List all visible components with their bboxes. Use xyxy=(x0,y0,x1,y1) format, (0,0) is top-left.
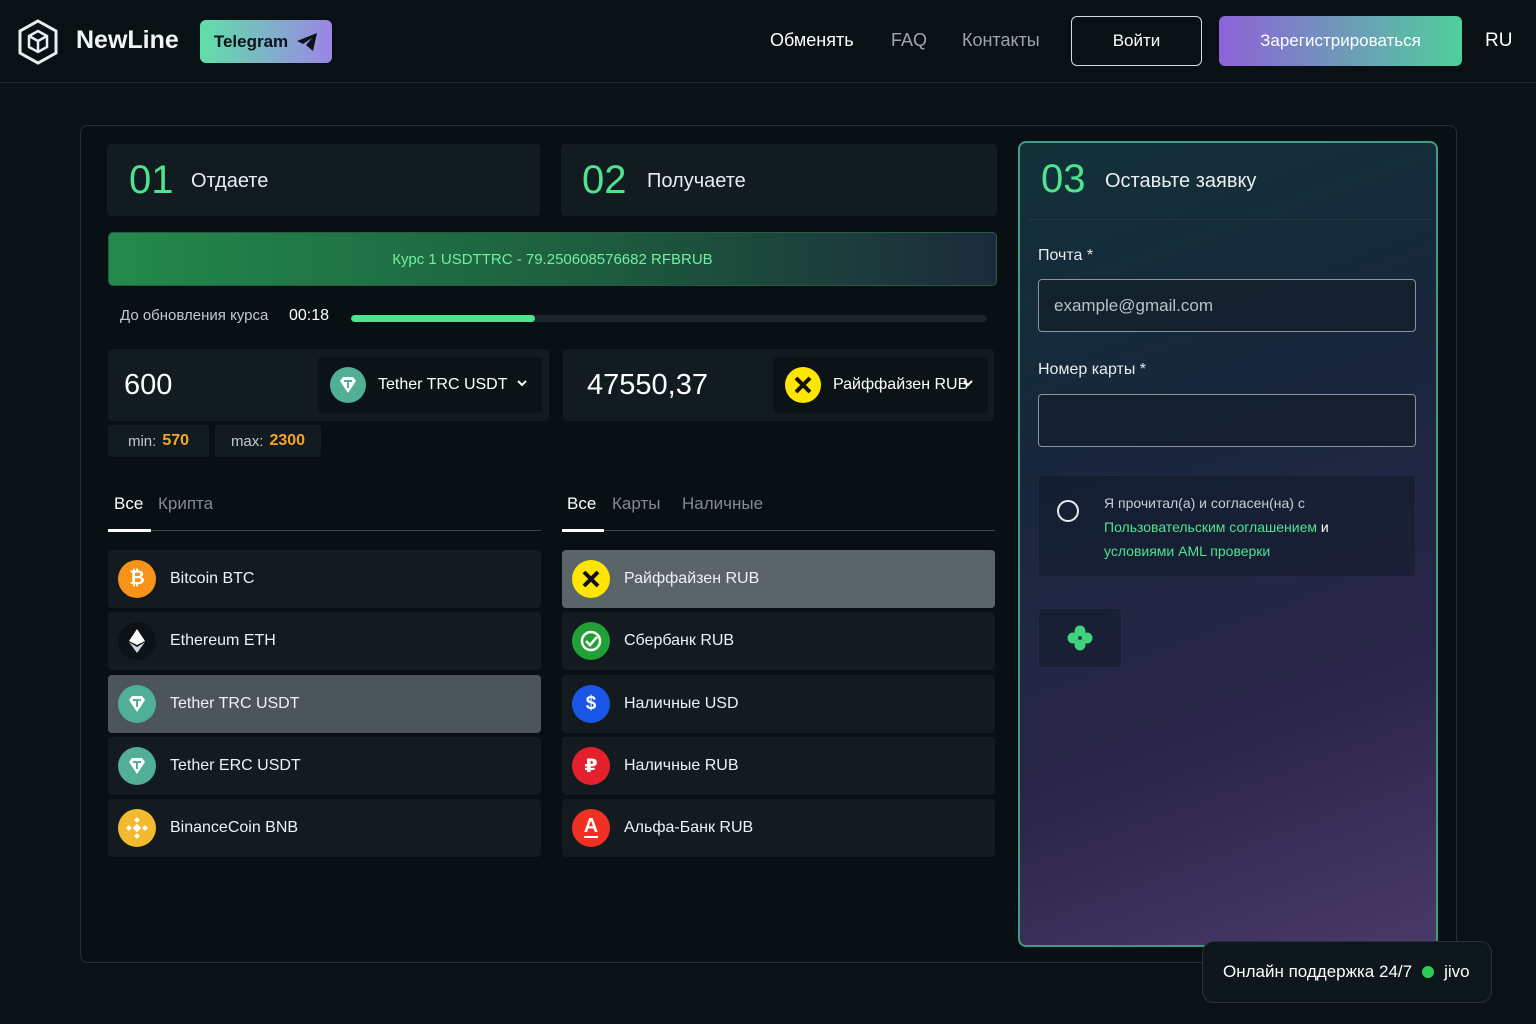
step-number: 03 xyxy=(1041,157,1086,201)
list-item-label: Tether TRC USDT xyxy=(170,695,300,712)
list-item-label: Сбербанк RUB xyxy=(624,632,735,649)
min-limit-label: min: xyxy=(127,432,157,450)
list-item-label: Ethereum ETH xyxy=(170,632,276,649)
chevron-down-icon xyxy=(963,380,973,387)
login-button[interactable]: Войти xyxy=(1071,16,1202,66)
list-item-raiffeisen[interactable]: Райффайзен RUB xyxy=(562,550,995,608)
step-title: Получаете xyxy=(647,170,746,192)
tab-cash[interactable]: Наличные xyxy=(682,494,763,514)
get-currency-select[interactable]: Райффайзен RUB xyxy=(773,357,988,413)
raiffeisen-icon xyxy=(785,367,821,403)
user-agreement-link[interactable]: Пользовательским соглашением xyxy=(1104,519,1317,535)
nav-faq[interactable]: FAQ xyxy=(891,30,927,51)
step-title: Отдаете xyxy=(191,170,269,192)
ethereum-icon xyxy=(118,622,156,660)
logo-icon[interactable] xyxy=(17,19,59,65)
max-limit: max: 2300 xyxy=(215,425,321,457)
give-amount-box: 600 Tether TRC USDT xyxy=(108,349,549,421)
list-item-alfabank[interactable]: A Альфа-Банк RUB xyxy=(562,799,995,857)
list-item-label: Райффайзен RUB xyxy=(624,570,760,587)
rate-refresh-timer: 00:18 xyxy=(289,307,330,324)
max-limit-label: max: xyxy=(230,432,264,450)
list-item-cash-usd[interactable]: $ Наличные USD xyxy=(562,675,995,733)
list-item-bnb[interactable]: BinanceCoin BNB xyxy=(108,799,541,857)
list-item-sberbank[interactable]: Сбербанк RUB xyxy=(562,612,995,670)
step-give-header: 01 Отдаете xyxy=(107,144,540,216)
get-amount-value[interactable]: 47550,37 xyxy=(587,369,708,402)
clover-icon xyxy=(1067,625,1093,651)
support-brand: jivo xyxy=(1444,962,1470,981)
support-text: Онлайн поддержка 24/7 xyxy=(1223,962,1413,981)
tab-cards[interactable]: Карты xyxy=(612,494,660,514)
step-number: 02 xyxy=(582,158,627,202)
binance-icon xyxy=(118,809,156,847)
min-limit-value: 570 xyxy=(162,432,190,449)
give-currency-select[interactable]: Tether TRC USDT xyxy=(318,357,542,413)
rate-refresh-label: До обновления курса xyxy=(120,307,269,324)
get-tabs: Все Карты Наличные xyxy=(562,490,995,532)
list-item-label: Bitcoin BTC xyxy=(170,570,255,587)
step-get-header: 02 Получаете xyxy=(561,144,997,216)
step-title: Оставьте заявку xyxy=(1105,170,1257,192)
tab-active-indicator xyxy=(108,529,151,532)
captcha-widget[interactable] xyxy=(1038,608,1122,668)
list-item-label: BinanceCoin BNB xyxy=(170,819,299,836)
step-number: 01 xyxy=(129,158,174,202)
list-item-eth[interactable]: Ethereum ETH xyxy=(108,612,541,670)
ruble-icon: ₽ xyxy=(572,747,610,785)
telegram-label: Telegram xyxy=(213,31,289,51)
list-item-cash-rub[interactable]: ₽ Наличные RUB xyxy=(562,737,995,795)
progress-fill xyxy=(351,315,536,322)
card-number-field[interactable] xyxy=(1038,394,1416,447)
rate-refresh-progress xyxy=(351,315,987,322)
tether-icon xyxy=(118,685,156,723)
list-item-btc[interactable]: ₿ Bitcoin BTC xyxy=(108,550,541,608)
nav-contacts[interactable]: Контакты xyxy=(962,30,1040,51)
telegram-button[interactable]: Telegram xyxy=(200,20,332,63)
language-selector[interactable]: RU xyxy=(1485,30,1512,52)
support-widget[interactable]: Онлайн поддержка 24/7 jivo xyxy=(1202,941,1492,1003)
alfabank-icon: A xyxy=(572,809,610,847)
aml-terms-link[interactable]: условиями AML проверки xyxy=(1104,543,1270,559)
list-item-label: Tether ERC USDT xyxy=(170,757,301,774)
dollar-icon: $ xyxy=(572,685,610,723)
sberbank-icon xyxy=(572,622,610,660)
give-amount-input[interactable]: 600 xyxy=(124,369,172,402)
give-currency-label: Tether TRC USDT xyxy=(378,376,508,393)
chevron-down-icon xyxy=(517,380,527,387)
bitcoin-icon: ₿ xyxy=(118,560,156,598)
tab-crypto[interactable]: Крипта xyxy=(158,494,213,514)
card-number-label: Номер карты * xyxy=(1038,361,1146,378)
email-field[interactable] xyxy=(1038,279,1416,332)
header: NewLine Telegram Обменять FAQ Контакты В… xyxy=(0,0,1536,83)
tab-all[interactable]: Все xyxy=(114,494,143,514)
raiffeisen-icon xyxy=(572,560,610,598)
tether-icon xyxy=(118,747,156,785)
email-label: Почта * xyxy=(1038,247,1094,264)
list-item-usdt-erc[interactable]: Tether ERC USDT xyxy=(108,737,541,795)
online-status-icon xyxy=(1422,966,1435,978)
max-limit-value: 2300 xyxy=(269,432,306,449)
exchange-rate-banner: Курс 1 USDTTRC - 79.250608576682 RFBRUB xyxy=(108,232,997,286)
give-tabs: Все Крипта xyxy=(108,490,541,532)
register-button[interactable]: Зарегистрироваться xyxy=(1219,16,1462,66)
tether-icon xyxy=(330,367,366,403)
agreement-checkbox[interactable] xyxy=(1057,500,1079,522)
nav-exchange[interactable]: Обменять xyxy=(770,30,854,51)
tab-all[interactable]: Все xyxy=(567,494,596,514)
min-limit: min: 570 xyxy=(108,425,209,457)
list-item-usdt-trc[interactable]: Tether TRC USDT xyxy=(108,675,541,733)
list-item-label: Наличные USD xyxy=(624,695,739,712)
agreement-text: Я прочитал(а) и согласен(на) с Пользоват… xyxy=(1104,491,1404,563)
tab-active-indicator xyxy=(562,529,604,532)
list-item-label: Наличные RUB xyxy=(624,757,739,774)
agreement-prefix: Я прочитал(а) и согласен(на) с xyxy=(1104,495,1305,511)
agreement-and: и xyxy=(1317,519,1329,535)
paper-plane-icon xyxy=(297,32,318,51)
get-currency-label: Райффайзен RUB xyxy=(833,376,969,393)
get-amount-box: 47550,37 Райффайзен RUB xyxy=(563,349,994,421)
list-item-label: Альфа-Банк RUB xyxy=(624,819,754,836)
brand-name[interactable]: NewLine xyxy=(76,26,179,55)
